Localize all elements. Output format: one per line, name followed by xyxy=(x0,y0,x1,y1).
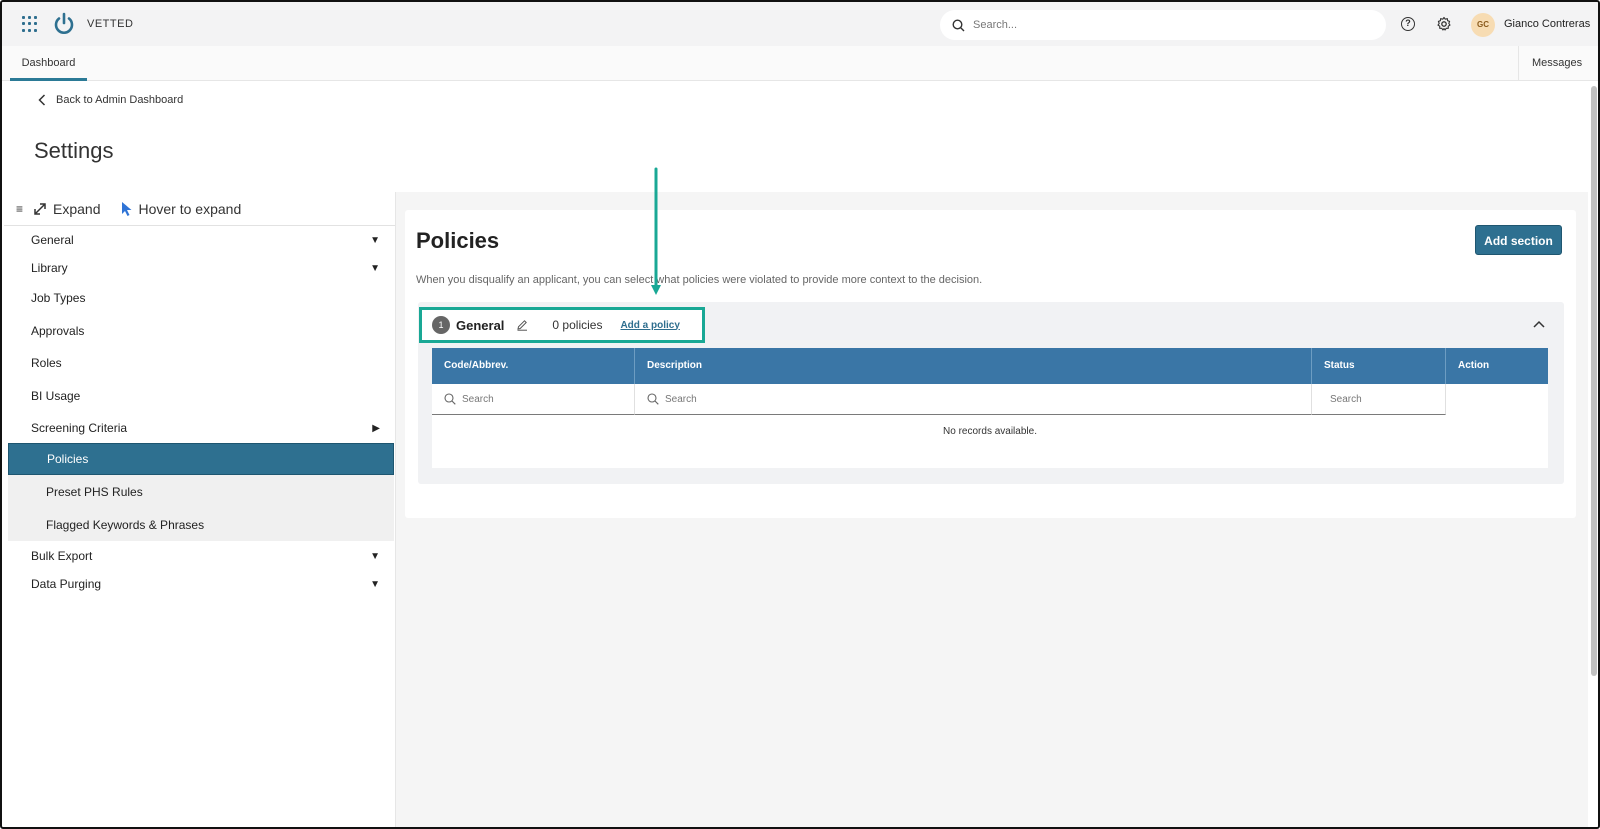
scrollbar-thumb[interactable] xyxy=(1591,86,1597,676)
table-filter-row xyxy=(432,384,1548,415)
sidebar-item-screening-criteria[interactable]: Screening Criteria ▶ xyxy=(8,413,394,443)
global-search[interactable] xyxy=(940,10,1386,40)
sidebar-item-label: Library xyxy=(31,261,68,275)
empty-table-message: No records available. xyxy=(943,426,1037,437)
section-number-badge: 1 xyxy=(432,316,450,334)
menu-icon[interactable]: ≡ xyxy=(16,202,23,216)
tab-divider xyxy=(1518,46,1519,81)
sidebar-item-label: Approvals xyxy=(31,324,85,338)
scrollbar[interactable] xyxy=(1588,82,1598,827)
help-icon[interactable]: ? xyxy=(1401,17,1415,31)
sidebar-item-general[interactable]: General ▼ xyxy=(8,225,394,255)
search-icon xyxy=(444,393,456,405)
status-filter[interactable] xyxy=(1312,384,1450,415)
sidebar-toolbar: ≡ Expand Hover to expand xyxy=(4,192,395,226)
sidebar-item-data-purging[interactable]: Data Purging ▼ xyxy=(8,569,394,599)
tab-bar: Dashboard Messages xyxy=(2,46,1598,81)
app-window: VETTED ? GC Gianco Contreras Dashboard M… xyxy=(0,0,1600,829)
description-filter-input[interactable] xyxy=(665,393,785,405)
code-filter[interactable] xyxy=(432,384,635,415)
policy-section-header: 1 General 0 policies Add a policy xyxy=(419,307,705,343)
sidebar-item-label: Bulk Export xyxy=(31,549,93,563)
sidebar-item-label: Data Purging xyxy=(31,577,102,591)
sidebar-item-bulk-export[interactable]: Bulk Export ▼ xyxy=(8,541,394,571)
add-section-button[interactable]: Add section xyxy=(1475,225,1562,255)
sidebar-item-label: Job Types xyxy=(31,291,86,305)
sidebar-item-label: BI Usage xyxy=(31,389,81,403)
policy-count: 0 policies xyxy=(552,318,603,332)
sidebar-item-bi-usage[interactable]: BI Usage xyxy=(8,381,394,411)
policies-table: Code/Abbrev. Description Status Action S… xyxy=(432,348,1548,468)
page-title: Settings xyxy=(34,138,114,163)
description-filter[interactable] xyxy=(635,384,1312,415)
sidebar-item-library[interactable]: Library ▼ xyxy=(8,253,394,283)
status-filter-input[interactable] xyxy=(1330,393,1450,405)
policies-description: When you disqualify an applicant, you ca… xyxy=(416,274,983,286)
sidebar-item-flagged-keywords[interactable]: Flagged Keywords & Phrases xyxy=(8,508,394,541)
sidebar-item-label: General xyxy=(31,233,74,247)
caret-down-icon: ▼ xyxy=(370,262,380,274)
app-grid-icon[interactable] xyxy=(22,16,38,32)
expand-label: Expand xyxy=(53,200,101,217)
sidebar-item-job-types[interactable]: Job Types xyxy=(8,283,394,313)
table-header-row: Code/Abbrev. Description Status Action xyxy=(432,348,1548,384)
hover-expand-label: Hover to expand xyxy=(138,200,242,217)
hover-expand-button[interactable]: Hover to expand xyxy=(121,200,242,217)
back-link-label: Back to Admin Dashboard xyxy=(56,94,184,106)
gear-icon[interactable] xyxy=(1436,16,1452,32)
sidebar-item-label: Roles xyxy=(31,356,62,370)
sidebar-item-roles[interactable]: Roles xyxy=(8,348,394,378)
back-link[interactable]: Back to Admin Dashboard xyxy=(38,94,183,106)
sidebar-item-approvals[interactable]: Approvals xyxy=(8,316,394,346)
column-header-description[interactable]: Description xyxy=(635,348,1312,384)
caret-down-icon: ▼ xyxy=(370,550,380,562)
user-name[interactable]: Gianco Contreras xyxy=(1504,18,1590,30)
annotation-arrow xyxy=(651,167,661,295)
chevron-up-icon[interactable] xyxy=(1533,320,1545,328)
caret-down-icon: ▼ xyxy=(370,234,380,246)
section-name: General xyxy=(456,317,505,333)
sidebar-item-label: Screening Criteria xyxy=(31,421,128,435)
chevron-left-icon xyxy=(38,94,46,106)
top-bar: VETTED ? GC Gianco Contreras xyxy=(2,2,1598,46)
code-filter-input[interactable] xyxy=(462,393,582,405)
expand-button[interactable]: Expand xyxy=(33,200,101,217)
add-policy-link[interactable]: Add a policy xyxy=(620,320,679,331)
sidebar-item-label: Policies xyxy=(47,452,89,466)
expand-arrows-icon xyxy=(34,202,46,215)
search-icon xyxy=(952,18,965,31)
caret-down-icon: ▼ xyxy=(370,578,380,590)
power-logo-icon[interactable] xyxy=(52,12,76,36)
sidebar-item-label: Flagged Keywords & Phrases xyxy=(46,517,205,532)
global-search-input[interactable] xyxy=(973,19,1353,31)
avatar[interactable]: GC xyxy=(1471,13,1495,37)
cursor-icon xyxy=(121,201,131,216)
policies-title: Policies xyxy=(416,228,500,253)
sidebar-item-label: Preset PHS Rules xyxy=(46,484,143,499)
pencil-icon[interactable] xyxy=(516,319,528,331)
sidebar-item-policies[interactable]: Policies xyxy=(8,443,394,475)
tab-dashboard[interactable]: Dashboard xyxy=(10,46,87,81)
column-header-status[interactable]: Status xyxy=(1312,348,1446,384)
column-header-action: Action xyxy=(1458,360,1490,371)
sidebar-item-preset-phs-rules[interactable]: Preset PHS Rules xyxy=(8,475,394,508)
brand-name: VETTED xyxy=(87,18,134,30)
column-header-code[interactable]: Code/Abbrev. xyxy=(432,348,635,384)
search-icon xyxy=(647,393,659,405)
tab-messages[interactable]: Messages xyxy=(1532,46,1582,80)
caret-right-icon: ▶ xyxy=(372,422,380,434)
